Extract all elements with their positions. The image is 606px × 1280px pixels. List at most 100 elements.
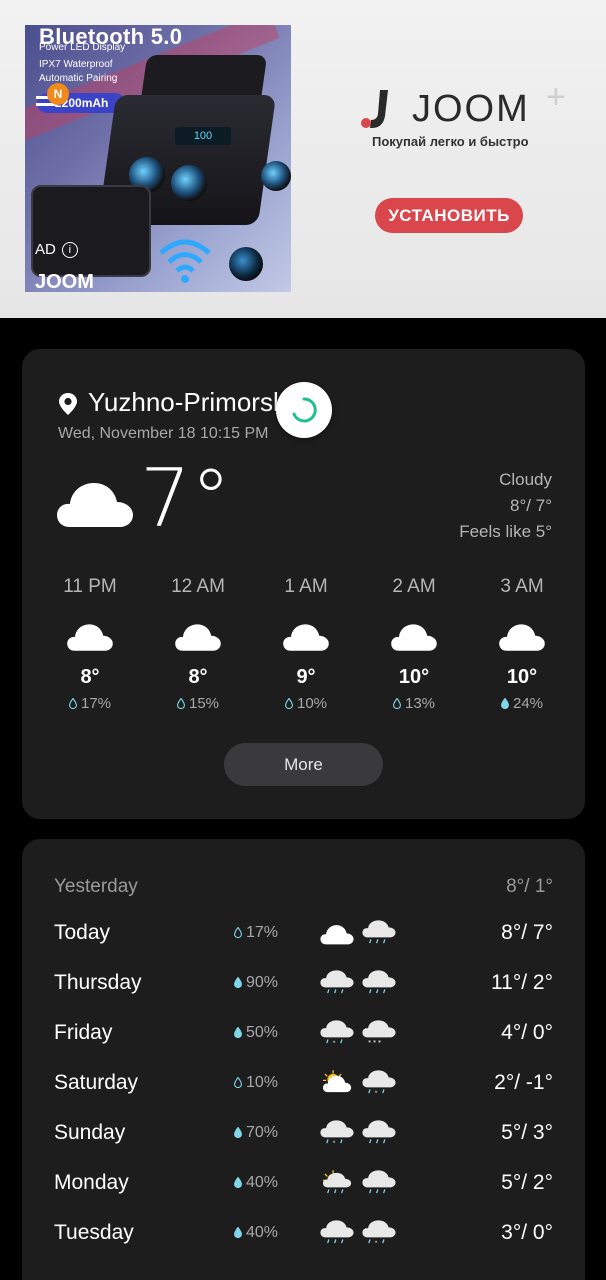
day-name: Saturday	[54, 1071, 139, 1094]
daily-row[interactable]: Friday 50% * * * * 4°/ 0°	[22, 1020, 585, 1071]
day-precipitation: 90%	[234, 974, 278, 992]
day-precipitation: 40%	[234, 1174, 278, 1192]
hour-temperature: 10°	[398, 666, 430, 688]
install-button[interactable]: УСТАНОВИТЬ	[375, 198, 523, 233]
ad-banner[interactable]: Bluetooth 5.0 Power LED Display IPX7 Wat…	[0, 0, 606, 318]
ad-earbud-right	[171, 165, 207, 201]
ad-earbud-bottom	[229, 247, 263, 281]
joom-j-icon	[361, 90, 388, 128]
day-name: Today	[54, 921, 111, 944]
hour-temperature: 8°	[188, 666, 208, 688]
raindrop-icon	[234, 1227, 242, 1238]
yesterday-temperature: 8°/ 1°	[506, 876, 553, 897]
day-name: Friday	[54, 1021, 113, 1044]
day-temperature: 2°/ -1°	[494, 1071, 553, 1094]
hourly-item: 3 AM 10° 24%	[468, 574, 576, 724]
ad-earbud-loose	[261, 161, 291, 191]
raindrop-icon	[234, 1027, 242, 1038]
day-temperature: 8°/ 7°	[501, 921, 553, 944]
feels-like: Feels like 5°	[459, 522, 552, 541]
current-condition: Cloudy	[499, 470, 552, 489]
current-temperature: 7°	[140, 452, 231, 545]
hour-temperature: 10°	[506, 666, 538, 688]
cloud-icon	[391, 624, 437, 651]
more-button[interactable]: More	[224, 743, 383, 786]
ad-small-case	[31, 185, 151, 277]
sleet-icon: *	[362, 1220, 396, 1246]
sleet-icon: *	[362, 1070, 396, 1096]
day-precipitation: 40%	[234, 1224, 278, 1242]
raindrop-icon	[234, 977, 242, 988]
location-pin-icon	[59, 393, 77, 415]
cloud-icon	[175, 624, 221, 651]
yesterday-label: Yesterday	[54, 876, 138, 897]
day-precipitation: 50%	[234, 1024, 278, 1042]
hour-time: 11 PM	[63, 576, 117, 597]
raindrop-icon	[177, 698, 185, 709]
location-name[interactable]: Yuzhno-Primorskiy	[88, 387, 278, 418]
day-temperature: 3°/ 0°	[501, 1221, 553, 1244]
info-icon[interactable]: i	[61, 242, 78, 258]
day-name: Monday	[54, 1171, 129, 1194]
hour-precipitation: 13%	[360, 695, 468, 712]
hour-time: 12 AM	[171, 576, 225, 597]
rain-icon	[320, 970, 354, 994]
ad-badge: N	[47, 83, 69, 105]
hour-temperature: 9°	[296, 666, 316, 688]
day-temperature: 4°/ 0°	[501, 1021, 553, 1044]
raindrop-icon	[69, 698, 77, 709]
rain-icon	[362, 920, 396, 944]
rain-icon	[362, 970, 396, 994]
current-weather-card[interactable]: Yuzhno-Primorskiy Wed, November 18 10:15…	[22, 349, 585, 819]
hour-time: 1 AM	[284, 576, 328, 597]
cloud-icon	[67, 624, 113, 651]
raindrop-icon	[234, 1127, 242, 1138]
hour-time: 3 AM	[500, 576, 544, 597]
raindrop-icon	[234, 1177, 242, 1188]
daily-row[interactable]: Today 17% 8°/ 7°	[22, 920, 585, 971]
sun-rain-icon	[322, 1170, 352, 1194]
ad-tagline: Покупай легко и быстро	[372, 134, 529, 149]
hourly-forecast[interactable]: 11 PM 8° 17% 12 AM 8° 15% 1 AM 9° 10% 2 …	[36, 574, 576, 724]
cloud-icon	[320, 925, 354, 945]
daily-row[interactable]: Monday 40% 5°/ 2°	[22, 1170, 585, 1221]
daily-forecast-card[interactable]: Yesterday 8°/ 1° Today 17% 8°/ 7° Thursday 9…	[22, 839, 585, 1280]
ad-product-image[interactable]: Bluetooth 5.0 Power LED Display IPX7 Wat…	[25, 25, 291, 292]
rain-icon	[320, 1220, 354, 1244]
hourly-item: 2 AM 10° 13%	[360, 574, 468, 724]
svg-text:*: *	[333, 1140, 336, 1146]
daily-row[interactable]: Saturday 10% * 2°/ -1°	[22, 1070, 585, 1121]
cloud-icon	[283, 624, 329, 651]
joom-wordmark: JOOM	[412, 88, 530, 130]
hourly-item: 1 AM 9° 10%	[252, 574, 360, 724]
ad-spec-1: Power LED Display	[39, 42, 126, 53]
plus-icon: +	[546, 78, 566, 116]
daily-row[interactable]: Thursday 90% 11°/ 2°	[22, 970, 585, 1021]
day-temperature: 5°/ 3°	[501, 1121, 553, 1144]
day-name: Thursday	[54, 971, 142, 994]
loading-icon	[292, 397, 317, 423]
raindrop-icon	[393, 698, 401, 709]
ad-spec-2: IPX7 Waterproof	[39, 59, 113, 70]
rain-icon	[362, 1120, 396, 1144]
day-precipitation: 70%	[234, 1124, 278, 1142]
refresh-spinner	[276, 382, 332, 438]
raindrop-icon	[501, 698, 509, 709]
raindrop-icon	[285, 698, 293, 709]
partly-cloudy-icon	[322, 1070, 352, 1093]
sleet-icon: *	[320, 1120, 354, 1146]
day-temperature: 5°/ 2°	[501, 1171, 553, 1194]
svg-text:*: *	[375, 1240, 378, 1246]
svg-text:*: *	[333, 1040, 336, 1046]
hour-precipitation: 10%	[252, 695, 360, 712]
hourly-item: 11 PM 8° 17%	[36, 574, 144, 724]
raindrop-icon	[234, 927, 242, 938]
day-precipitation: 10%	[234, 1074, 278, 1092]
ad-label[interactable]: AD i	[35, 241, 78, 258]
wifi-icon	[159, 239, 211, 283]
cloud-icon	[499, 624, 545, 651]
current-high-low: 8°/ 7°	[510, 496, 552, 515]
daily-row[interactable]: Tuesday 40% * 3°/ 0°	[22, 1220, 585, 1271]
daily-row[interactable]: Sunday 70% * 5°/ 3°	[22, 1120, 585, 1171]
snow-icon: * * *	[362, 1020, 396, 1046]
